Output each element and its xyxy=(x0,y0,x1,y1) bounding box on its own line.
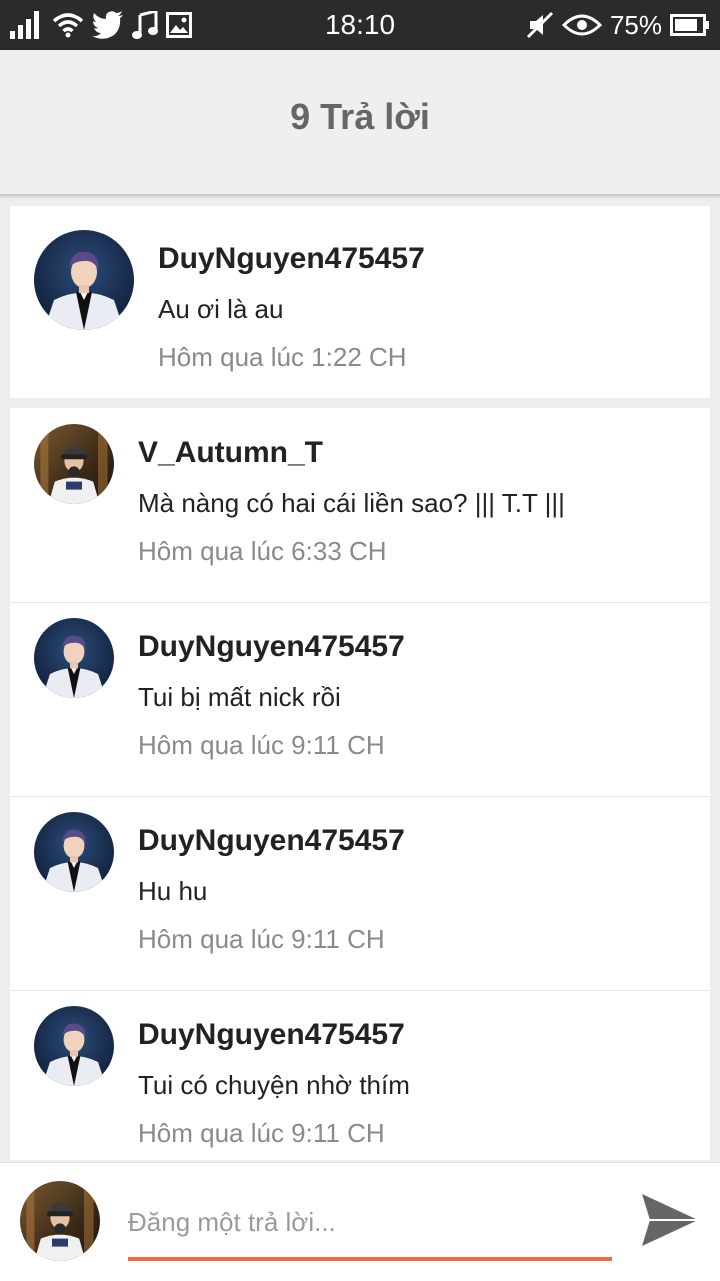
reply-message: Tui bị mất nick rồi xyxy=(138,682,341,712)
reply-username[interactable]: V_Autumn_T xyxy=(138,436,323,470)
reply-message: Mà nàng có hai cái liền sao? ||| T.T ||| xyxy=(138,488,565,518)
battery-icon xyxy=(670,14,709,36)
input-underline xyxy=(128,1257,612,1261)
reply-timestamp: Hôm qua lúc 6:33 CH xyxy=(138,536,387,566)
reply-message: Hu hu xyxy=(138,876,208,906)
main-comment[interactable]: DuyNguyen475457 Au ơi là au Hôm qua lúc … xyxy=(10,206,710,398)
avatar[interactable] xyxy=(34,812,114,892)
comment-username[interactable]: DuyNguyen475457 xyxy=(158,242,425,276)
app-header: 9 Trả lời xyxy=(0,50,720,196)
reply-username[interactable]: DuyNguyen475457 xyxy=(138,630,405,664)
battery-percent: 75% xyxy=(609,9,662,40)
replies-list: V_Autumn_T Mà nàng có hai cái liền sao? … xyxy=(10,408,710,1160)
status-icons-right: 75% xyxy=(526,8,710,42)
reply-timestamp: Hôm qua lúc 9:11 CH xyxy=(138,730,385,760)
status-bar: 18:10 75% xyxy=(0,0,720,50)
reply-timestamp: Hôm qua lúc 9:11 CH xyxy=(138,1118,385,1148)
comment-message: Au ơi là au xyxy=(158,294,284,324)
reply-item[interactable]: DuyNguyen475457 Hu hu Hôm qua lúc 9:11 C… xyxy=(10,796,710,991)
reply-item[interactable]: DuyNguyen475457 Tui có chuyện nhờ thím H… xyxy=(10,990,710,1160)
current-user-avatar[interactable] xyxy=(20,1181,100,1261)
send-button[interactable] xyxy=(638,1190,702,1250)
reply-username[interactable]: DuyNguyen475457 xyxy=(138,1018,405,1052)
reply-item[interactable]: DuyNguyen475457 Tui bị mất nick rồi Hôm … xyxy=(10,602,710,797)
page-title: 9 Trả lời xyxy=(290,96,430,137)
eye-icon xyxy=(561,14,602,36)
avatar[interactable] xyxy=(34,230,134,330)
send-icon xyxy=(642,1194,698,1246)
avatar[interactable] xyxy=(34,424,114,504)
mute-icon xyxy=(526,11,554,39)
avatar[interactable] xyxy=(34,618,114,698)
reply-composer xyxy=(0,1162,720,1281)
reply-input[interactable] xyxy=(128,1199,612,1245)
reply-message: Tui có chuyện nhờ thím xyxy=(138,1070,410,1100)
reply-item[interactable]: V_Autumn_T Mà nàng có hai cái liền sao? … xyxy=(10,408,710,603)
reply-username[interactable]: DuyNguyen475457 xyxy=(138,824,405,858)
comment-timestamp: Hôm qua lúc 1:22 CH xyxy=(158,342,407,372)
reply-timestamp: Hôm qua lúc 9:11 CH xyxy=(138,924,385,954)
avatar[interactable] xyxy=(34,1006,114,1086)
